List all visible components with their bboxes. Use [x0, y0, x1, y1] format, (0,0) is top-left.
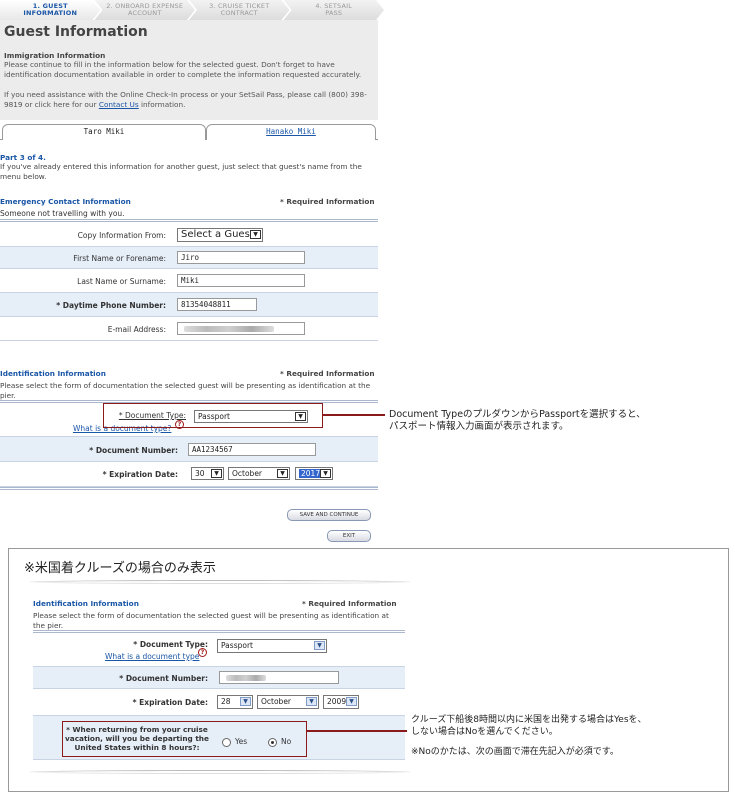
tab-taro-miki[interactable]: Taro Miki	[2, 124, 206, 140]
callout-line-2	[307, 730, 407, 732]
part-text: If you've already entered this informati…	[0, 162, 362, 181]
guest-tabs: Taro Miki Hanako Miki	[0, 121, 378, 140]
intro-section: Guest Information Immigration Informatio…	[0, 20, 378, 120]
copy-from-select[interactable]: Select a Guest ▼	[177, 228, 263, 242]
exp-year-select[interactable]: 2017 ▼	[295, 467, 333, 480]
wavy-divider	[30, 770, 410, 774]
panel-exp-day-select[interactable]: 28 ▼	[217, 695, 253, 709]
panel-required-note: * Required Information	[302, 599, 397, 608]
last-name-label: Last Name or Surname:	[77, 277, 166, 286]
chevron-down-icon: ▼	[306, 697, 317, 706]
docnum-input[interactable]: AA1234567	[188, 443, 316, 456]
first-name-input[interactable]: Jiro	[177, 251, 305, 264]
panel-doctype-row: * Document Type: What is a document type…	[33, 635, 405, 667]
callout-depart-text: クルーズ下船後8時間以内に米国を出発する場合はYesを、 しない場合はNoを選ん…	[411, 715, 647, 757]
divider	[0, 487, 378, 490]
email-label: E-mail Address:	[107, 325, 166, 334]
redacted-email	[184, 326, 274, 332]
wavy-divider	[30, 580, 410, 584]
email-row: E-mail Address:	[0, 317, 378, 341]
page-title: Guest Information	[4, 24, 148, 40]
last-name-input[interactable]: Miki	[177, 274, 305, 287]
callout-highlight-2	[62, 721, 307, 757]
expiration-row: * Expiration Date: 30 ▼ October ▼ 2017 ▼	[0, 462, 378, 487]
chevron-down-icon: ▼	[314, 641, 325, 650]
emergency-sub: Someone not travelling with you.	[0, 209, 125, 218]
panel-expiration-row: * Expiration Date: 28 ▼ October ▼ 2009 ▼	[33, 689, 405, 716]
panel-docnum-label: * Document Number:	[119, 674, 208, 683]
identification-heading: Identification Information	[0, 369, 106, 378]
panel-doctype-select[interactable]: Passport ▼	[217, 639, 327, 653]
exp-month-select[interactable]: October ▼	[228, 467, 290, 480]
panel-what-is-doctype-link[interactable]: What is a document type	[105, 652, 199, 661]
intro-heading: Immigration Information	[4, 51, 106, 60]
docnum-label: * Document Number:	[89, 446, 178, 455]
chevron-down-icon: ▼	[240, 697, 251, 706]
save-and-continue-button[interactable]: SAVE AND CONTINUE	[287, 509, 371, 521]
panel-exp-month-select[interactable]: October ▼	[257, 695, 319, 709]
tab-hanako-miki[interactable]: Hanako Miki	[206, 124, 376, 140]
panel-expiration-label: * Expiration Date:	[132, 698, 208, 707]
chevron-down-icon: ▼	[250, 230, 261, 239]
redacted-docnum	[226, 675, 266, 681]
last-name-row: Last Name or Surname: Miki	[0, 269, 378, 293]
help-icon[interactable]: ?	[198, 648, 207, 657]
progress-steps: 1. GUEST INFORMATION 2. ONBOARD EXPENSE AC…	[0, 0, 384, 20]
chevron-down-icon: ▼	[277, 469, 288, 478]
intro-text: Please continue to fill in the informati…	[4, 60, 362, 79]
contact-us-link[interactable]: Contact Us	[99, 100, 139, 109]
emergency-heading: Emergency Contact Information	[0, 197, 131, 206]
chevron-down-icon: ▼	[346, 697, 357, 706]
panel-title: ※米国着クルーズの場合のみ表示	[24, 561, 216, 576]
divider	[33, 630, 405, 633]
step-setsail-pass: 4. SETSAIL PASS	[283, 0, 384, 20]
panel-identification-heading: Identification Information	[33, 599, 139, 608]
chevron-down-icon: ▼	[211, 469, 222, 478]
first-name-row: First Name or Forename: Jiro	[0, 247, 378, 269]
copy-row: Copy Information From: Select a Guest ▼	[0, 224, 378, 247]
exp-day-select[interactable]: 30 ▼	[191, 467, 224, 480]
step-cruise-ticket: 3. CRUISE TICKET CONTRACT	[189, 0, 290, 20]
divider	[0, 219, 378, 222]
part-title: Part 3 of 4.	[0, 153, 46, 162]
first-name-label: First Name or Forename:	[73, 254, 166, 263]
panel-docnum-row: * Document Number:	[33, 667, 405, 689]
assist-text: If you need assistance with the Online C…	[4, 90, 367, 109]
email-input[interactable]	[177, 322, 305, 335]
step-guest-information: 1. GUEST INFORMATION	[0, 0, 101, 20]
docnum-row: * Document Number: AA1234567	[0, 437, 378, 462]
callout-highlight	[103, 403, 323, 428]
required-note: * Required Information	[280, 197, 375, 206]
phone-label: * Daytime Phone Number:	[56, 301, 166, 310]
copy-label: Copy Information From:	[77, 231, 166, 240]
panel-identification-text: Please select the form of documentation …	[33, 611, 389, 630]
panel-exp-year-select[interactable]: 2009 ▼	[323, 695, 359, 709]
panel-doctype-label: * Document Type:	[133, 640, 208, 649]
required-note-2: * Required Information	[280, 369, 375, 378]
phone-row: * Daytime Phone Number: 81354048811	[0, 293, 378, 317]
phone-input[interactable]: 81354048811	[177, 298, 257, 311]
callout-line	[323, 414, 385, 416]
panel-docnum-input[interactable]	[219, 671, 339, 684]
callout-doctype-text: Document TypeのプルダウンからPassportを選択すると、 パスポ…	[389, 409, 646, 432]
identification-text: Please select the form of documentation …	[0, 381, 371, 400]
exit-button[interactable]: EXIT	[327, 530, 371, 542]
chevron-down-icon: ▼	[320, 469, 331, 478]
expiration-label: * Expiration Date:	[102, 470, 178, 479]
step-onboard-expense: 2. ONBOARD EXPENSE ACCOUNT	[94, 0, 195, 20]
